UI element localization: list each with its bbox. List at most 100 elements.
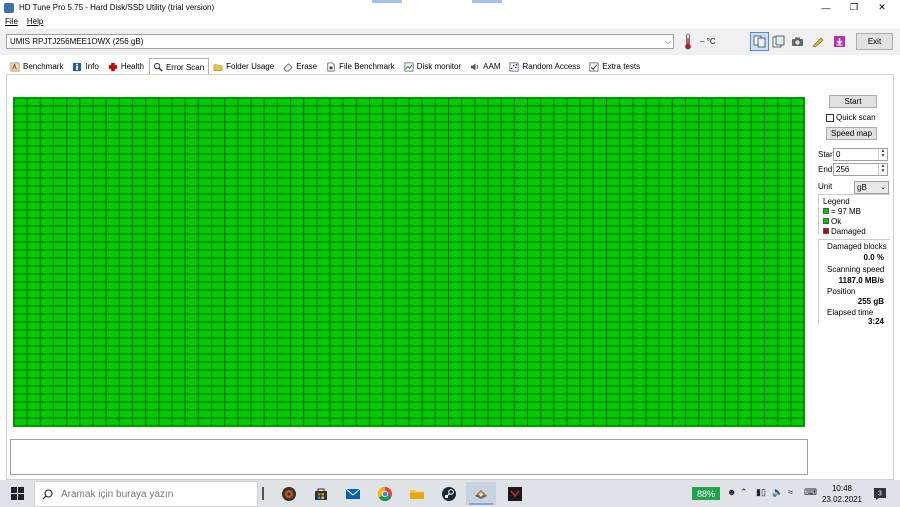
steam-icon[interactable]	[434, 482, 464, 505]
scan-block	[462, 202, 475, 210]
file-explorer-icon[interactable]	[402, 482, 432, 505]
scan-block	[291, 106, 304, 114]
minimize-button[interactable]: —	[812, 0, 840, 15]
start-spinner[interactable]: 0 ▲ ▼	[833, 148, 888, 161]
spin-arrows-icon[interactable]: ▲ ▼	[878, 164, 887, 175]
scan-block	[607, 170, 620, 178]
restore-button[interactable]: ❐	[840, 0, 868, 15]
scan-block	[264, 322, 277, 330]
scan-block	[672, 338, 685, 346]
hdtune-icon[interactable]	[466, 482, 496, 505]
scan-block	[80, 130, 93, 138]
scan-block	[133, 178, 146, 186]
scan-block	[264, 410, 277, 418]
exit-button[interactable]: Exit	[856, 33, 893, 50]
scan-block	[291, 322, 304, 330]
scan-block	[686, 370, 699, 378]
taskbar-search[interactable]	[34, 481, 258, 507]
scan-block	[396, 162, 409, 170]
tab-aam[interactable]: AAM	[466, 58, 505, 74]
scan-block	[93, 226, 106, 234]
scan-block	[633, 186, 646, 194]
chevron-up-icon[interactable]: ⌃	[740, 487, 748, 498]
quick-scan-option[interactable]: Quick scan	[826, 113, 876, 122]
keyboard-icon[interactable]: ⌨	[804, 487, 817, 498]
scan-block	[751, 314, 764, 322]
people-icon[interactable]: ☻	[727, 487, 736, 497]
start-menu-button[interactable]	[0, 480, 34, 507]
tab-erase[interactable]: Erase	[279, 58, 322, 74]
scan-block	[699, 130, 712, 138]
scan-block	[291, 266, 304, 274]
terminal-app-icon[interactable]	[500, 482, 530, 505]
system-clock[interactable]: 10:48 23.02.2021	[818, 483, 866, 505]
drive-select[interactable]: UMIS RPJTJ256MEE1OWX (256 gB) ⌵	[6, 34, 674, 49]
tab-extra-tests[interactable]: Extra tests	[585, 58, 645, 74]
tab-folder-usage[interactable]: Folder Usage	[209, 58, 279, 74]
unit-select[interactable]: gB ⌄	[854, 181, 889, 194]
speaker-icon[interactable]: 🔈	[772, 487, 783, 498]
scan-block	[778, 370, 791, 378]
end-spinner[interactable]: 256 ▲ ▼	[833, 163, 888, 176]
scan-block	[528, 242, 541, 250]
scan-block	[514, 114, 527, 122]
scan-block	[699, 282, 712, 290]
scan-block	[475, 258, 488, 266]
scan-block	[40, 234, 53, 242]
tab-info[interactable]: Info	[68, 58, 103, 74]
scan-block	[409, 282, 422, 290]
battery-indicator[interactable]: 88%	[692, 487, 720, 500]
search-input[interactable]	[61, 488, 231, 500]
scan-block	[633, 362, 646, 370]
scan-block	[133, 226, 146, 234]
options-button[interactable]	[808, 32, 827, 51]
scan-block	[356, 314, 369, 322]
scan-block	[593, 314, 606, 322]
spin-arrows-icon[interactable]: ▲ ▼	[878, 149, 887, 160]
scan-block	[738, 106, 751, 114]
scan-block	[672, 410, 685, 418]
notification-center-button[interactable]: 3	[872, 485, 888, 502]
scan-block	[659, 346, 672, 354]
scan-block	[317, 178, 330, 186]
scan-block	[580, 130, 593, 138]
tab-error-scan[interactable]: Error Scan	[148, 58, 210, 75]
media-app-icon[interactable]	[274, 482, 304, 505]
scan-block	[554, 346, 567, 354]
scan-block	[185, 202, 198, 210]
scan-block	[501, 298, 514, 306]
scan-block	[238, 122, 251, 130]
scan-block	[462, 122, 475, 130]
save-button[interactable]	[769, 32, 788, 51]
store-icon[interactable]	[306, 482, 336, 505]
tab-file-benchmark[interactable]: File Benchmark	[322, 58, 400, 74]
mail-icon[interactable]	[338, 482, 368, 505]
tab-random-access[interactable]: Random Access	[505, 58, 585, 74]
battery-icon[interactable]: ▮▯	[756, 487, 766, 498]
chrome-icon[interactable]	[370, 482, 400, 505]
menu-help[interactable]: Help	[27, 17, 43, 26]
scan-block	[330, 362, 343, 370]
scan-block	[554, 210, 567, 218]
menu-file[interactable]: File	[5, 17, 18, 26]
tab-health[interactable]: Health	[104, 58, 149, 74]
tab-disk-monitor[interactable]: Disk monitor	[400, 58, 466, 74]
scan-block	[435, 210, 448, 218]
scan-block	[198, 218, 211, 226]
scan-block	[712, 338, 725, 346]
tab-benchmark[interactable]: Benchmark	[6, 58, 68, 74]
screenshot-button[interactable]	[788, 32, 807, 51]
scan-block	[607, 274, 620, 282]
wifi-icon[interactable]: ≈	[788, 487, 793, 497]
speed-map-button[interactable]: Speed map	[826, 127, 877, 140]
copy-info-button[interactable]	[750, 32, 769, 51]
close-button[interactable]: ✕	[868, 0, 896, 15]
quick-scan-checkbox[interactable]	[826, 113, 834, 122]
scan-block	[725, 186, 738, 194]
start-button[interactable]: Start	[829, 95, 877, 108]
scan-block	[225, 114, 238, 122]
download-button[interactable]	[830, 32, 849, 51]
scan-block	[159, 170, 172, 178]
scan-block	[238, 274, 251, 282]
scan-block	[251, 322, 264, 330]
